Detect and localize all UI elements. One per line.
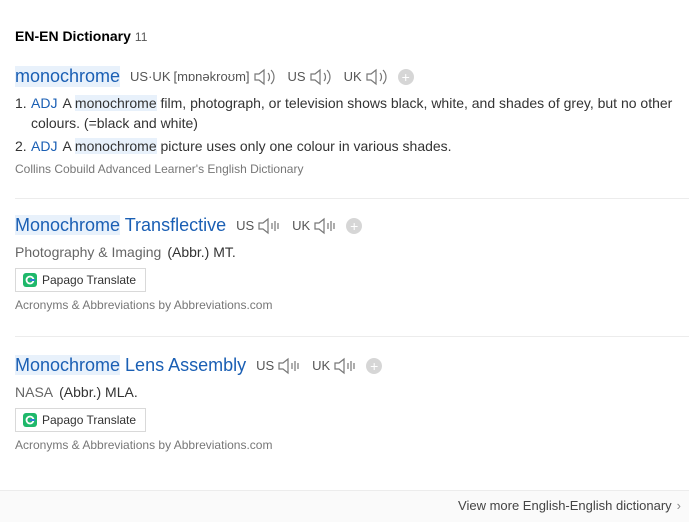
dictionary-title: EN-EN Dictionary — [15, 28, 131, 44]
definition-number: 1. — [15, 95, 27, 111]
category-label: Photography & Imaging — [15, 244, 162, 260]
papago-logo-icon — [23, 413, 37, 427]
headword-link[interactable]: Monochrome Transflective — [15, 215, 226, 236]
view-more-link[interactable]: View more English-English dictionary › — [458, 498, 681, 513]
papago-label: Papago Translate — [42, 273, 137, 287]
speaker-icon[interactable] — [278, 357, 302, 375]
papago-translate-button[interactable]: Papago Translate — [15, 268, 147, 292]
abbr-text: (Abbr.) MT. — [167, 244, 236, 260]
abbr-text: (Abbr.) MLA. — [59, 384, 138, 400]
speaker-icon[interactable] — [309, 68, 334, 86]
pron-label: US·UK — [130, 69, 171, 84]
pronunciation-us: US — [236, 217, 282, 235]
source-label: Collins Cobuild Advanced Learner's Engli… — [15, 162, 304, 176]
uk-label: UK — [312, 358, 331, 373]
speaker-icon[interactable] — [366, 68, 390, 86]
headword-highlight: Monochrome — [15, 355, 121, 375]
definition-pre: A — [62, 138, 75, 154]
part-of-speech: ADJ — [31, 138, 58, 154]
plus-icon[interactable]: + — [397, 68, 414, 85]
definition-text: ADJ A monochrome film, photograph, or tel… — [31, 93, 689, 133]
pronunciation-uk: UK — [344, 68, 390, 86]
speaker-icon[interactable] — [253, 68, 278, 86]
us-label: US — [236, 218, 255, 233]
entry-monochrome-lens-assembly: Monochrome Lens Assembly US UK + NASA (Ab… — [15, 355, 689, 452]
headword-rest: Transflective — [120, 215, 227, 235]
definition-post: picture uses only one colour in various … — [156, 138, 452, 154]
pronunciation-us: US — [256, 357, 302, 375]
papago-label: Papago Translate — [42, 413, 137, 427]
us-label: US — [287, 69, 306, 84]
entry-monochrome: monochrome US·UK [mɒnəkroʊm] US UK + 1. … — [15, 66, 689, 176]
entry-monochrome-transflective: Monochrome Transflective US UK + Photogr… — [15, 215, 689, 312]
headword-link[interactable]: monochrome — [15, 66, 121, 87]
view-more-label: View more English-English dictionary — [458, 498, 672, 513]
us-label: US — [256, 358, 275, 373]
pronunciation-us: US — [288, 68, 334, 86]
pronunciation-uk: UK — [292, 217, 338, 235]
uk-label: UK — [292, 218, 311, 233]
plus-icon[interactable]: + — [346, 217, 363, 234]
pronunciation-us-uk: US·UK [mɒnəkroʊm] — [130, 68, 277, 86]
definition-number: 2. — [15, 138, 27, 154]
divider — [15, 198, 689, 199]
definition-item: 2. ADJ A monochrome picture uses only one… — [15, 136, 689, 156]
definition-pre: A — [62, 95, 75, 111]
uk-label: UK — [343, 69, 362, 84]
result-count: 11 — [134, 30, 148, 44]
chevron-right-icon: › — [676, 498, 681, 513]
ipa-text: [mɒnəkroʊm] — [173, 69, 250, 84]
source-label: Acronyms & Abbreviations by Abbreviation… — [15, 438, 273, 452]
papago-translate-button[interactable]: Papago Translate — [15, 408, 147, 432]
pronunciation-uk: UK — [312, 357, 358, 375]
headword-rest: Lens Assembly — [120, 355, 247, 375]
headword-highlight: Monochrome — [15, 215, 121, 235]
plus-icon[interactable]: + — [366, 357, 383, 374]
definition-text: ADJ A monochrome picture uses only one co… — [31, 136, 452, 156]
speaker-icon[interactable] — [334, 357, 358, 375]
definition-highlight: monochrome — [74, 95, 157, 111]
dictionary-header: EN-EN Dictionary 11 — [15, 28, 147, 44]
category-label: NASA — [15, 384, 54, 400]
field-row: Photography & Imaging (Abbr.) MT. — [15, 244, 689, 260]
speaker-icon[interactable] — [258, 217, 282, 235]
definition-highlight: monochrome — [74, 138, 157, 154]
definition-item: 1. ADJ A monochrome film, photograph, or … — [15, 93, 689, 133]
headword-link[interactable]: Monochrome Lens Assembly — [15, 355, 246, 376]
papago-logo-icon — [23, 273, 37, 287]
speaker-icon[interactable] — [314, 217, 338, 235]
divider — [15, 336, 689, 337]
definitions-list: 1. ADJ A monochrome film, photograph, or … — [15, 93, 689, 156]
part-of-speech: ADJ — [31, 95, 58, 111]
field-row: NASA (Abbr.) MLA. — [15, 384, 689, 400]
source-label: Acronyms & Abbreviations by Abbreviation… — [15, 298, 273, 312]
